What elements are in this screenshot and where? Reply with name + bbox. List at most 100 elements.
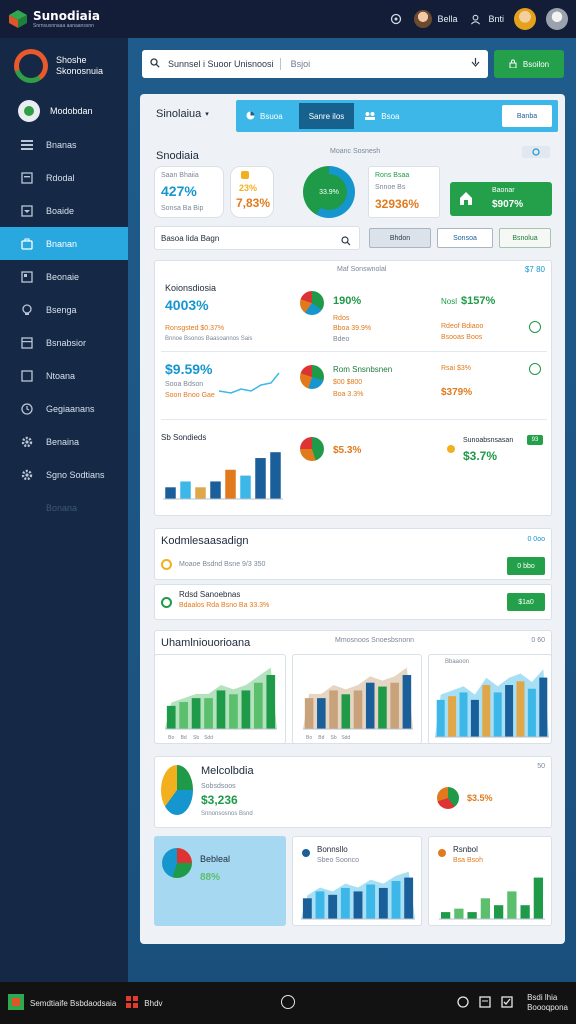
users-icon: [364, 111, 376, 122]
brand[interactable]: Sunodiaia Snrnsusnnaaa aanaanssnn: [33, 10, 100, 29]
overview-refresh-icon[interactable]: [522, 146, 550, 158]
chart-tick-label: Bo: [306, 735, 312, 741]
filter-button-3[interactable]: Bsnolua: [499, 228, 551, 248]
list-row1-text: Moaoe Bsdnd Bsne 9/3 350: [179, 561, 266, 568]
summary-value: $3,236: [201, 793, 238, 807]
chart-bar: [253, 682, 263, 729]
list-corner[interactable]: 0 0oo: [527, 536, 545, 543]
sidebar-item-12[interactable]: Bonana: [0, 491, 128, 524]
print-icon[interactable]: [479, 996, 491, 1010]
chart-bar: [366, 884, 376, 919]
filter-button-2[interactable]: Sonsoa: [437, 228, 493, 248]
sidebar-item-10[interactable]: Benaina: [0, 425, 128, 458]
row1-info-icon[interactable]: [529, 321, 541, 333]
row2-right-value: $379%: [441, 387, 473, 398]
chart-bar: [241, 690, 251, 729]
taskbar-app[interactable]: Semdtiaife Bsbdaodsaia: [8, 994, 116, 1012]
primary-action-button[interactable]: Bsoilon: [494, 50, 564, 78]
user-menu[interactable]: Bella: [414, 10, 457, 28]
sidebar-item-1[interactable]: Bnanas: [0, 128, 128, 161]
sidebar-item-9[interactable]: Gegiaanans: [0, 392, 128, 425]
kpi-2-value: 7,83%: [236, 196, 271, 210]
avatar-tertiary[interactable]: [546, 8, 568, 30]
kpi-3-sub: Snnoe Bs: [375, 184, 406, 191]
pin-icon[interactable]: [471, 58, 480, 70]
row3-chip[interactable]: 93: [527, 435, 543, 445]
analytics-card: Maf Sonswnolal $7 80 Koionsdiosia 4003% …: [154, 260, 552, 516]
tab-selected[interactable]: Sanre ilos: [298, 103, 355, 129]
avatar-secondary[interactable]: [514, 8, 536, 30]
list-card: Kodmlesaasadign 0 0oo Moaoe Bsdnd Bsne 9…: [154, 528, 552, 580]
account-menu[interactable]: Bnti: [467, 11, 504, 27]
sidebar-item-label: Gegiaanans: [46, 403, 95, 414]
list-row2-button[interactable]: $1a0: [507, 593, 545, 611]
drop-icon: [301, 845, 311, 863]
sidebar-item-8[interactable]: Ntoana: [0, 359, 128, 392]
search-icon: [150, 58, 160, 70]
green-kpi-card[interactable]: Baonar $907%: [450, 182, 552, 216]
bottom-card-3[interactable]: Rsnbol Bsa Bsoh: [428, 836, 552, 926]
charts-corner[interactable]: 0 60: [531, 637, 545, 644]
chart-3-svg: [435, 669, 549, 738]
chart-bar: [516, 681, 525, 737]
chart-panel-3[interactable]: Bbaaoon: [428, 654, 552, 744]
summary-corner[interactable]: 50: [537, 763, 545, 770]
chart-panel-2[interactable]: Bo Bd Sb Sdd: [292, 654, 422, 744]
bottom-card-1-value: 88%: [200, 872, 221, 883]
list-row1-button[interactable]: 0 bbo: [507, 557, 545, 575]
filter-search-icon[interactable]: [341, 233, 351, 251]
chart-bar: [467, 912, 477, 919]
filter-button-1[interactable]: Bhdon: [369, 228, 431, 248]
tab-action-button[interactable]: Banba: [502, 105, 552, 127]
sidebar-item-11[interactable]: Sgno Sodtians: [0, 458, 128, 491]
kpi-card-1[interactable]: Saan Bhaiia 427% Sonsa Ba Bip: [154, 166, 224, 218]
checkbox-icon[interactable]: [501, 996, 513, 1010]
filter-field[interactable]: Basoa lida Bagn: [154, 226, 360, 250]
sidebar-item-4[interactable]: Bnanan: [0, 227, 128, 260]
chart-bar: [165, 487, 176, 499]
chart-panel-1[interactable]: Bo Bd Sb Sdd: [154, 654, 286, 744]
row2-info-icon[interactable]: [529, 363, 541, 375]
sidebar-item-label: Ntoana: [46, 370, 76, 381]
bottom-card-1-pie: [162, 848, 192, 878]
row1-mid-value: 190%: [333, 295, 362, 307]
sidebar-user[interactable]: Modobdan: [0, 94, 128, 128]
chart-2-svg: Bo Bd Sb Sdd: [303, 667, 413, 741]
chart-tick-label: Bd: [181, 735, 187, 741]
panel-title-dropdown[interactable]: Sinolaiua ▾: [156, 108, 209, 120]
chart-bar: [195, 487, 206, 499]
network-icon[interactable]: [457, 996, 469, 1010]
sidebar-item-3[interactable]: Boaide: [0, 194, 128, 227]
kpi-card-3[interactable]: Rons Bsaa Snnoe Bs 32936%: [368, 166, 440, 218]
search-scope[interactable]: Bsjoi: [291, 59, 311, 69]
home-button[interactable]: [281, 995, 295, 1009]
chart-bar: [378, 686, 387, 729]
taskbar-app-2[interactable]: Bhdv: [126, 996, 163, 1010]
row2-mid-a: $00 $800: [333, 379, 363, 386]
kpi-3-value: 32936%: [375, 197, 420, 211]
tab-overview[interactable]: Bsuoa: [236, 103, 293, 129]
chart-bar: [329, 690, 338, 729]
bottom-card-1[interactable]: Bebleal 88%: [154, 836, 286, 926]
sidebar-item-5[interactable]: Beonaie: [0, 260, 128, 293]
bottom-card-1-title: Bebleal: [200, 854, 231, 864]
overview-pie-chart: 33.9%: [303, 166, 355, 218]
analytics-corner[interactable]: $7 80: [525, 265, 545, 274]
sidebar-item-2[interactable]: Rdodal: [0, 161, 128, 194]
sidebar-item-6[interactable]: Bsenga: [0, 293, 128, 326]
search-bar[interactable]: Sunnsel i Suoor Unisnoosi Bsjoi: [142, 50, 488, 78]
top-bar: Sunodiaia Snrnsusnnaaa aanaanssnn Bella …: [0, 0, 576, 38]
chart-bar: [404, 877, 414, 919]
notification-icon[interactable]: [388, 11, 404, 27]
bottom-card-2[interactable]: Bonnsllo Sbeo Soonco: [292, 836, 422, 926]
tab-users[interactable]: Bsoa: [354, 103, 409, 129]
chart-bar: [470, 699, 479, 737]
search-input[interactable]: Sunnsel i Suoor Unisnoosi: [168, 59, 274, 69]
list-row2-title: Rdsd Sanoebnas: [179, 590, 241, 599]
bottom-card-2-sub: Sbeo Soonco: [317, 857, 360, 864]
sidebar-item-7[interactable]: Bsnabsior: [0, 326, 128, 359]
chart-bar: [527, 688, 536, 737]
clock[interactable]: Bsdi lhia Boooqpona: [527, 993, 568, 1012]
kpi-card-2[interactable]: 23% 7,83%: [230, 166, 274, 218]
row1-right-label: Nosl: [441, 297, 458, 306]
